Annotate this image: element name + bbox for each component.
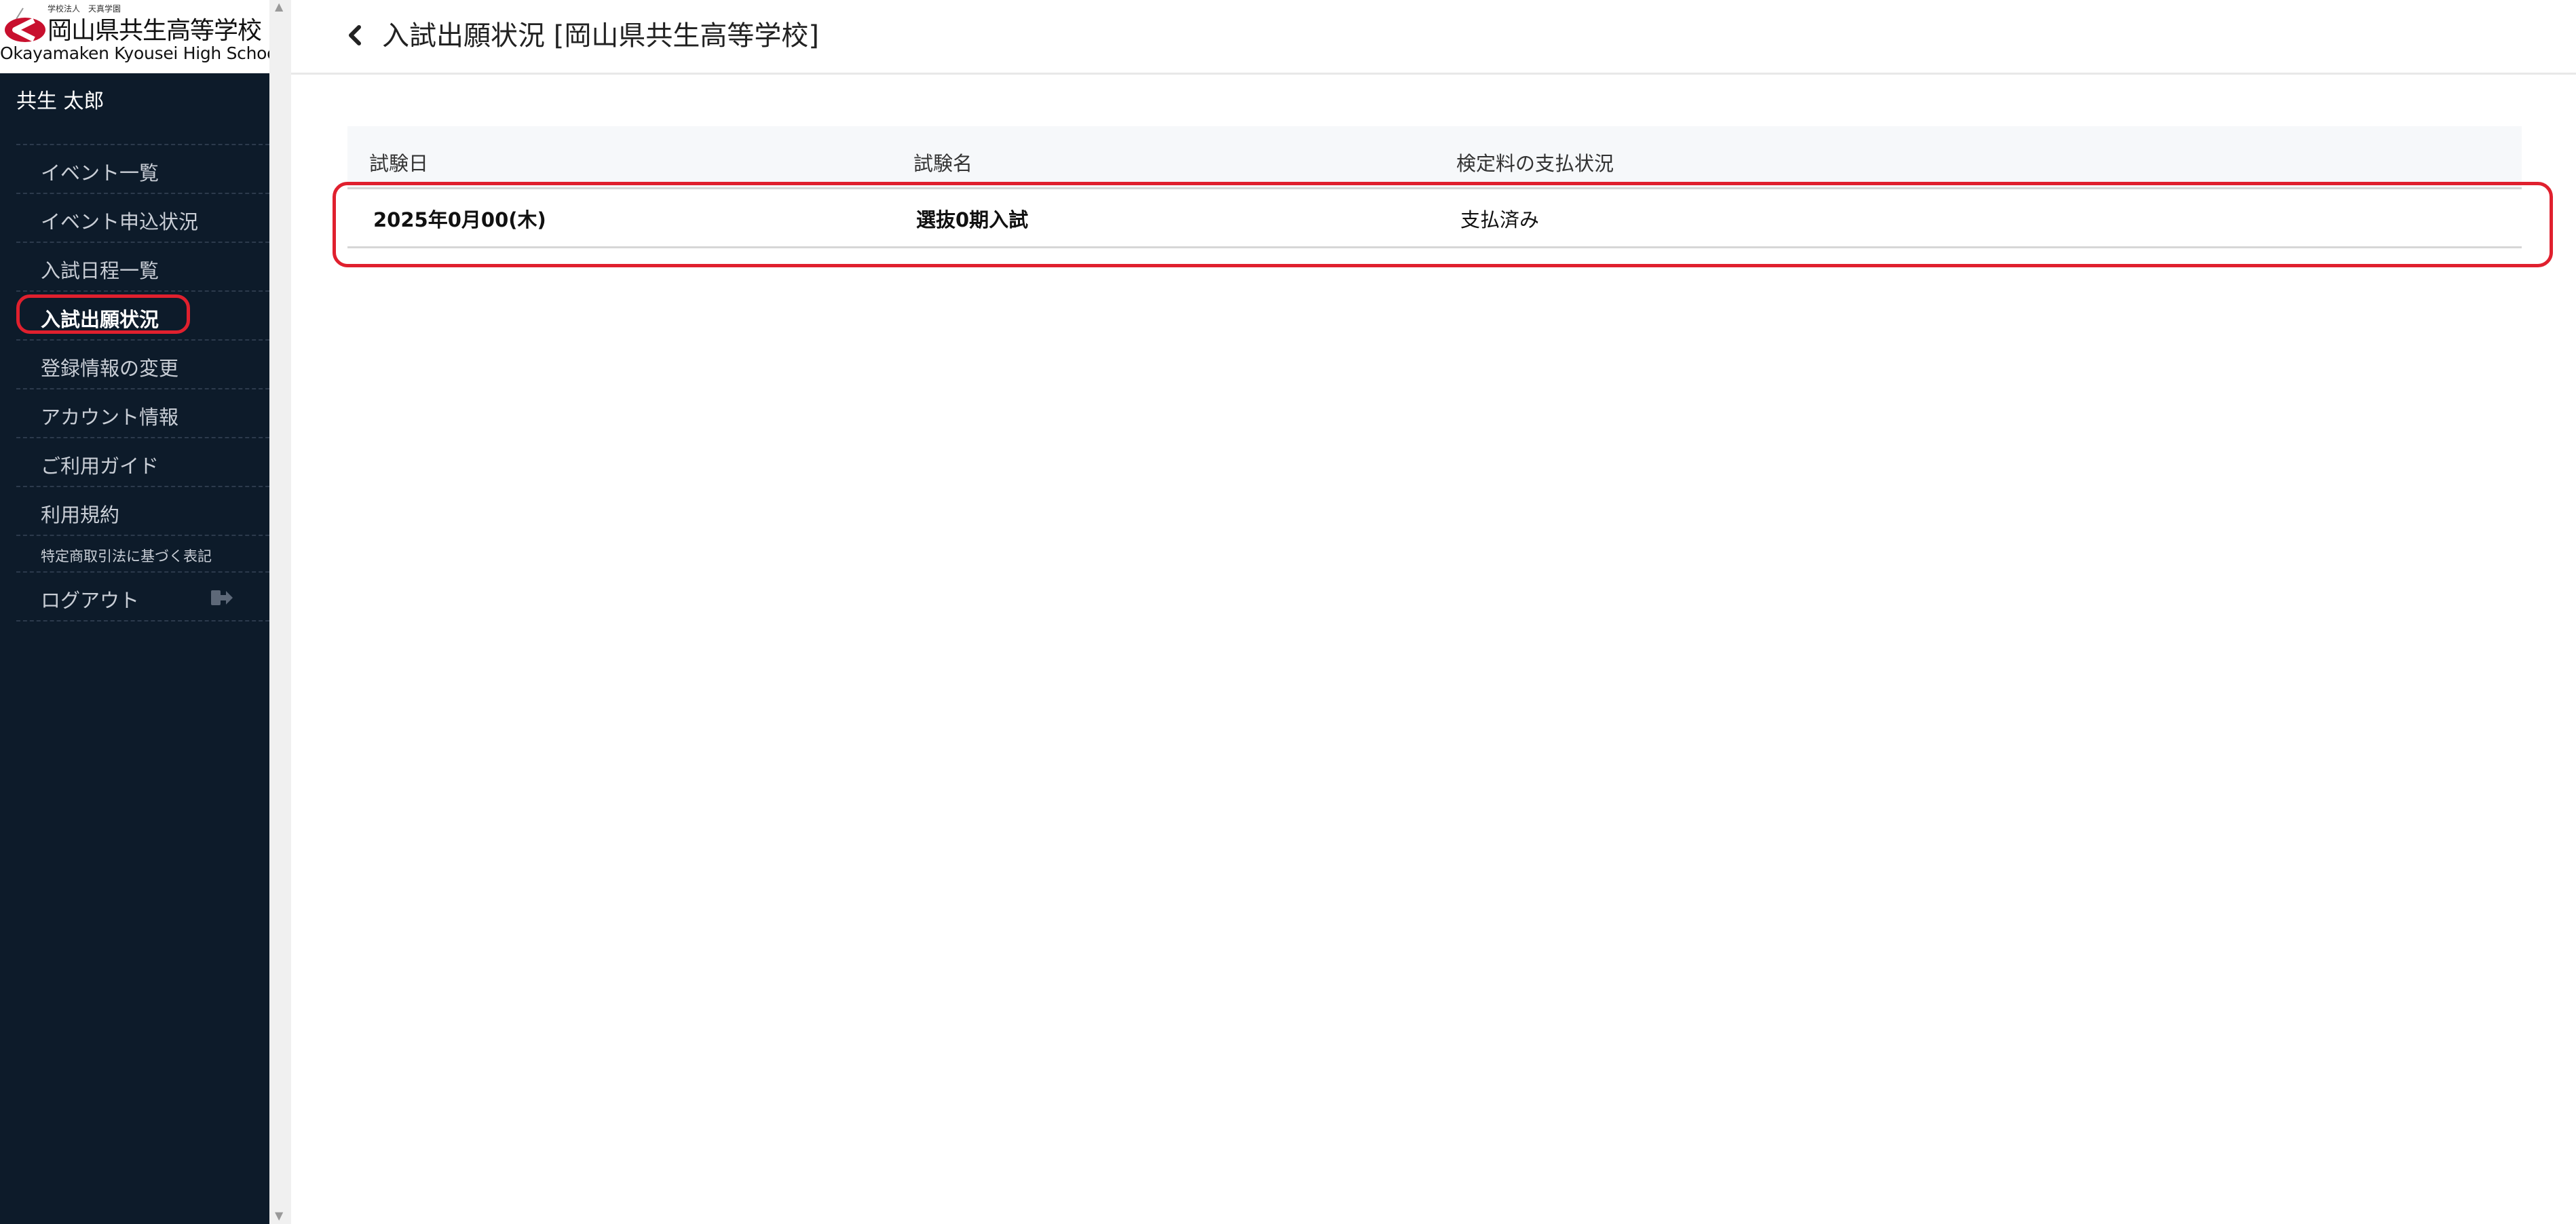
page-header: 入試出願状況 [岡山県共生高等学校]: [291, 0, 2576, 75]
chevron-left-icon[interactable]: [345, 22, 366, 49]
sidebar-item-exam-schedule[interactable]: 入試日程一覧: [16, 243, 269, 292]
table-header: 試験日 試験名 検定料の支払状況: [347, 126, 2522, 187]
sidebar-item-event-list[interactable]: イベント一覧: [16, 145, 269, 194]
sidebar-item-terms[interactable]: 利用規約: [16, 487, 269, 536]
school-logo[interactable]: 学校法人 天真学園 岡山県共生高等学校 Okayamaken Kyousei H…: [0, 0, 269, 73]
sidebar-menu: イベント一覧 イベント申込状況 入試日程一覧 入試出願状況 登録情報の変更 アカ…: [16, 145, 283, 621]
sidebar-item-label: イベント申込状況: [41, 210, 199, 233]
sidebar-item-label: 特定商取引法に基づく表記: [41, 548, 212, 565]
sidebar-item-label: 登録情報の変更: [41, 357, 179, 380]
user-name: 共生 太郎: [16, 90, 105, 113]
sidebar: 学校法人 天真学園 岡山県共生高等学校 Okayamaken Kyousei H…: [0, 0, 283, 1224]
sidebar-item-logout[interactable]: ログアウト: [16, 573, 269, 621]
sidebar-item-user-guide[interactable]: ご利用ガイド: [16, 438, 269, 487]
sidebar-item-label: ご利用ガイド: [41, 455, 159, 478]
logo-school-name-en: Okayamaken Kyousei High School: [0, 43, 269, 63]
cell-exam-date: 2025年0月00(木): [373, 208, 546, 231]
sidebar-item-label: アカウント情報: [41, 406, 179, 429]
cell-exam-name: 選抜0期入試: [916, 208, 1029, 231]
sidebar-item-edit-registration[interactable]: 登録情報の変更: [16, 341, 269, 389]
sidebar-item-label: ログアウト: [41, 589, 140, 612]
page-title: 入試出願状況 [岡山県共生高等学校]: [382, 20, 819, 52]
application-status-table: 試験日 試験名 検定料の支払状況 2025年0月00(木) 選抜0期入試 支払済…: [347, 126, 2522, 248]
sidebar-item-event-applications[interactable]: イベント申込状況: [16, 194, 269, 243]
column-header-exam-date: 試験日: [369, 152, 429, 175]
sidebar-item-label: 入試日程一覧: [41, 259, 159, 282]
sidebar-item-label: イベント一覧: [41, 161, 159, 185]
sidebar-item-label: 利用規約: [41, 503, 120, 527]
column-header-payment-status: 検定料の支払状況: [1456, 152, 1614, 175]
logo-school-name: 岡山県共生高等学校: [48, 17, 262, 45]
sidebar-item-label: 入試出願状況: [41, 308, 159, 331]
column-header-exam-name: 試験名: [913, 152, 973, 175]
sidebar-item-commercial-law[interactable]: 特定商取引法に基づく表記: [16, 536, 269, 573]
sidebar-scrollbar[interactable]: ▲ ▼: [269, 0, 291, 1224]
scroll-down-icon[interactable]: ▼: [275, 1209, 283, 1222]
scroll-up-icon[interactable]: ▲: [275, 0, 283, 13]
sidebar-item-account-info[interactable]: アカウント情報: [16, 389, 269, 438]
logout-icon: [211, 590, 233, 605]
sidebar-item-application-status[interactable]: 入試出願状況: [16, 292, 283, 341]
table-row[interactable]: 2025年0月00(木) 選抜0期入試 支払済み: [347, 187, 2522, 248]
cell-payment-status: 支払済み: [1460, 208, 1540, 231]
